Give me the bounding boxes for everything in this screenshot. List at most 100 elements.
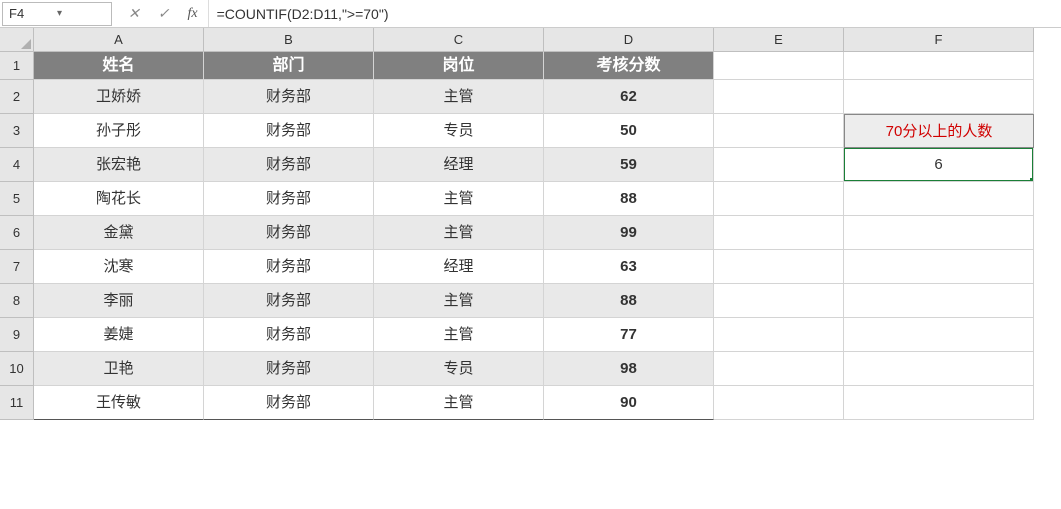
cell-E2[interactable] — [714, 80, 844, 114]
cell-D3[interactable]: 50 — [544, 114, 714, 148]
cell-A9[interactable]: 姜婕 — [34, 318, 204, 352]
cell-B10[interactable]: 财务部 — [204, 352, 374, 386]
name-box-dropdown-icon[interactable]: ▾ — [57, 8, 105, 19]
cell-F6[interactable] — [844, 216, 1034, 250]
cell-F2[interactable] — [844, 80, 1034, 114]
cell-C11[interactable]: 主管 — [374, 386, 544, 420]
fx-icon[interactable]: fx — [187, 6, 197, 22]
cell-F4-active[interactable]: 6 — [844, 148, 1034, 182]
row-10: 10 卫艳 财务部 专员 98 — [0, 352, 1061, 386]
cell-E9[interactable] — [714, 318, 844, 352]
cell-A4[interactable]: 张宏艳 — [34, 148, 204, 182]
row-header-8[interactable]: 8 — [0, 284, 34, 318]
cell-B5[interactable]: 财务部 — [204, 182, 374, 216]
cancel-icon[interactable]: ✕ — [128, 5, 140, 22]
cell-F1[interactable] — [844, 52, 1034, 80]
name-box[interactable]: F4 ▾ — [2, 2, 112, 26]
cell-E8[interactable] — [714, 284, 844, 318]
cell-C9[interactable]: 主管 — [374, 318, 544, 352]
cell-C8[interactable]: 主管 — [374, 284, 544, 318]
cell-B7[interactable]: 财务部 — [204, 250, 374, 284]
cell-C4[interactable]: 经理 — [374, 148, 544, 182]
cell-F10[interactable] — [844, 352, 1034, 386]
cell-D10[interactable]: 98 — [544, 352, 714, 386]
cell-B6[interactable]: 财务部 — [204, 216, 374, 250]
row-9: 9 姜婕 财务部 主管 77 — [0, 318, 1061, 352]
enter-icon[interactable]: ✓ — [158, 5, 170, 22]
cell-E6[interactable] — [714, 216, 844, 250]
cell-F3-label[interactable]: 70分以上的人数 — [844, 114, 1034, 148]
cell-A2[interactable]: 卫娇娇 — [34, 80, 204, 114]
cell-F11[interactable] — [844, 386, 1034, 420]
header-role[interactable]: 岗位 — [374, 52, 544, 80]
cell-E3[interactable] — [714, 114, 844, 148]
cell-D6[interactable]: 99 — [544, 216, 714, 250]
row-4: 4 张宏艳 财务部 经理 59 6 — [0, 148, 1061, 182]
cell-A8[interactable]: 李丽 — [34, 284, 204, 318]
cell-F5[interactable] — [844, 182, 1034, 216]
cell-F8[interactable] — [844, 284, 1034, 318]
cell-D7[interactable]: 63 — [544, 250, 714, 284]
cell-A7[interactable]: 沈寒 — [34, 250, 204, 284]
row-header-2[interactable]: 2 — [0, 80, 34, 114]
col-header-A[interactable]: A — [34, 28, 204, 52]
cell-D4[interactable]: 59 — [544, 148, 714, 182]
row-header-7[interactable]: 7 — [0, 250, 34, 284]
cell-A10[interactable]: 卫艳 — [34, 352, 204, 386]
header-dept[interactable]: 部门 — [204, 52, 374, 80]
row-6: 6 金黛 财务部 主管 99 — [0, 216, 1061, 250]
cell-C10[interactable]: 专员 — [374, 352, 544, 386]
cell-A5[interactable]: 陶花长 — [34, 182, 204, 216]
header-score[interactable]: 考核分数 — [544, 52, 714, 80]
cell-C2[interactable]: 主管 — [374, 80, 544, 114]
row-1: 1 姓名 部门 岗位 考核分数 — [0, 52, 1061, 80]
cell-D2[interactable]: 62 — [544, 80, 714, 114]
row-header-11[interactable]: 11 — [0, 386, 34, 420]
cell-A11[interactable]: 王传敏 — [34, 386, 204, 420]
row-7: 7 沈寒 财务部 经理 63 — [0, 250, 1061, 284]
row-header-5[interactable]: 5 — [0, 182, 34, 216]
select-all-corner[interactable] — [0, 28, 34, 52]
row-header-9[interactable]: 9 — [0, 318, 34, 352]
col-header-D[interactable]: D — [544, 28, 714, 52]
row-header-10[interactable]: 10 — [0, 352, 34, 386]
cell-D11[interactable]: 90 — [544, 386, 714, 420]
formula-input[interactable]: =COUNTIF(D2:D11,">=70") — [208, 0, 1061, 27]
cell-F7[interactable] — [844, 250, 1034, 284]
cell-B8[interactable]: 财务部 — [204, 284, 374, 318]
header-name[interactable]: 姓名 — [34, 52, 204, 80]
row-header-3[interactable]: 3 — [0, 114, 34, 148]
cell-F9[interactable] — [844, 318, 1034, 352]
cell-C6[interactable]: 主管 — [374, 216, 544, 250]
cell-E4[interactable] — [714, 148, 844, 182]
col-header-B[interactable]: B — [204, 28, 374, 52]
col-header-C[interactable]: C — [374, 28, 544, 52]
cell-E11[interactable] — [714, 386, 844, 420]
cell-A6[interactable]: 金黛 — [34, 216, 204, 250]
col-header-E[interactable]: E — [714, 28, 844, 52]
cell-E7[interactable] — [714, 250, 844, 284]
row-header-6[interactable]: 6 — [0, 216, 34, 250]
formula-bar-buttons: ✕ ✓ fx — [118, 5, 208, 22]
cell-C3[interactable]: 专员 — [374, 114, 544, 148]
cell-C7[interactable]: 经理 — [374, 250, 544, 284]
cell-A3[interactable]: 孙子彤 — [34, 114, 204, 148]
formula-bar: F4 ▾ ✕ ✓ fx =COUNTIF(D2:D11,">=70") — [0, 0, 1061, 28]
cell-D5[interactable]: 88 — [544, 182, 714, 216]
cell-B3[interactable]: 财务部 — [204, 114, 374, 148]
cell-E5[interactable] — [714, 182, 844, 216]
col-header-F[interactable]: F — [844, 28, 1034, 52]
cell-E1[interactable] — [714, 52, 844, 80]
cell-B2[interactable]: 财务部 — [204, 80, 374, 114]
cell-B4[interactable]: 财务部 — [204, 148, 374, 182]
cell-C5[interactable]: 主管 — [374, 182, 544, 216]
cell-E10[interactable] — [714, 352, 844, 386]
formula-text: =COUNTIF(D2:D11,">=70") — [217, 6, 389, 22]
row-11: 11 王传敏 财务部 主管 90 — [0, 386, 1061, 420]
cell-D9[interactable]: 77 — [544, 318, 714, 352]
cell-B9[interactable]: 财务部 — [204, 318, 374, 352]
cell-D8[interactable]: 88 — [544, 284, 714, 318]
row-header-1[interactable]: 1 — [0, 52, 34, 80]
row-header-4[interactable]: 4 — [0, 148, 34, 182]
cell-B11[interactable]: 财务部 — [204, 386, 374, 420]
